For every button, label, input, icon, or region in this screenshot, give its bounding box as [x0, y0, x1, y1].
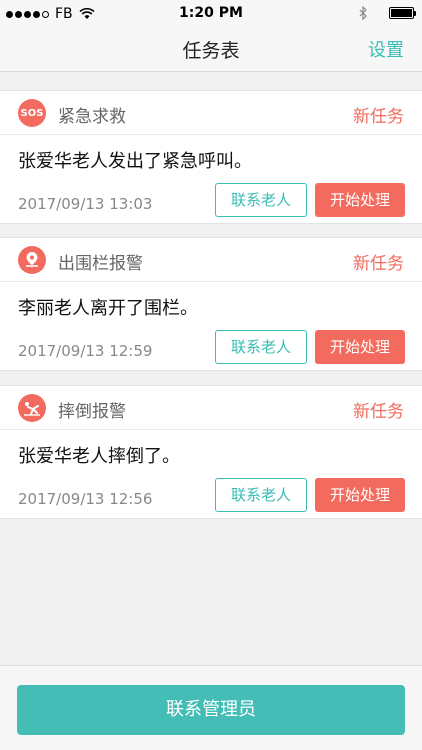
task-status: 新任务	[353, 107, 404, 127]
contact-elder-button[interactable]: 联系老人	[215, 478, 307, 512]
task-header: 摔倒报警 新任务	[0, 386, 422, 430]
start-handling-button[interactable]: 开始处理	[315, 330, 405, 364]
task-message: 李丽老人离开了围栏。	[18, 298, 198, 319]
task-message: 张爱华老人发出了紧急呼叫。	[18, 151, 252, 172]
settings-button[interactable]: 设置	[368, 36, 404, 62]
task-time: 2017/09/13 12:59	[18, 342, 153, 360]
contact-elder-button[interactable]: 联系老人	[215, 183, 307, 217]
task-status: 新任务	[353, 402, 404, 422]
task-time: 2017/09/13 13:03	[18, 195, 153, 213]
battery-level	[391, 9, 412, 17]
task-type: 紧急求救	[58, 107, 126, 127]
task-status: 新任务	[353, 254, 404, 274]
screen: FB 1:20 PM 任务表 设置 SOS 紧急求救 新任务 张爱华老人发出了紧…	[0, 0, 422, 750]
task-time: 2017/09/13 12:56	[18, 490, 153, 508]
bottom-bar: 联系管理员	[0, 665, 422, 750]
battery-icon	[389, 7, 416, 19]
task-type: 摔倒报警	[58, 402, 126, 422]
task-card: SOS 紧急求救 新任务 张爱华老人发出了紧急呼叫。 2017/09/13 13…	[0, 90, 422, 224]
task-header: 出围栏报警 新任务	[0, 238, 422, 282]
fall-person-icon	[18, 394, 46, 422]
bluetooth-icon	[359, 6, 367, 20]
location-pin-icon	[18, 246, 46, 274]
status-bar: FB 1:20 PM	[0, 0, 422, 28]
task-card: 摔倒报警 新任务 张爱华老人摔倒了。 2017/09/13 12:56 联系老人…	[0, 385, 422, 519]
contact-elder-button[interactable]: 联系老人	[215, 330, 307, 364]
start-handling-button[interactable]: 开始处理	[315, 478, 405, 512]
sos-icon: SOS	[18, 99, 46, 127]
status-right	[359, 6, 416, 20]
task-card: 出围栏报警 新任务 李丽老人离开了围栏。 2017/09/13 12:59 联系…	[0, 237, 422, 371]
start-handling-button[interactable]: 开始处理	[315, 183, 405, 217]
page-title: 任务表	[182, 40, 240, 62]
task-type: 出围栏报警	[58, 254, 143, 274]
task-header: SOS 紧急求救 新任务	[0, 91, 422, 135]
task-message: 张爱华老人摔倒了。	[18, 446, 180, 467]
contact-admin-button[interactable]: 联系管理员	[17, 685, 405, 735]
nav-bar: 任务表 设置	[0, 28, 422, 72]
